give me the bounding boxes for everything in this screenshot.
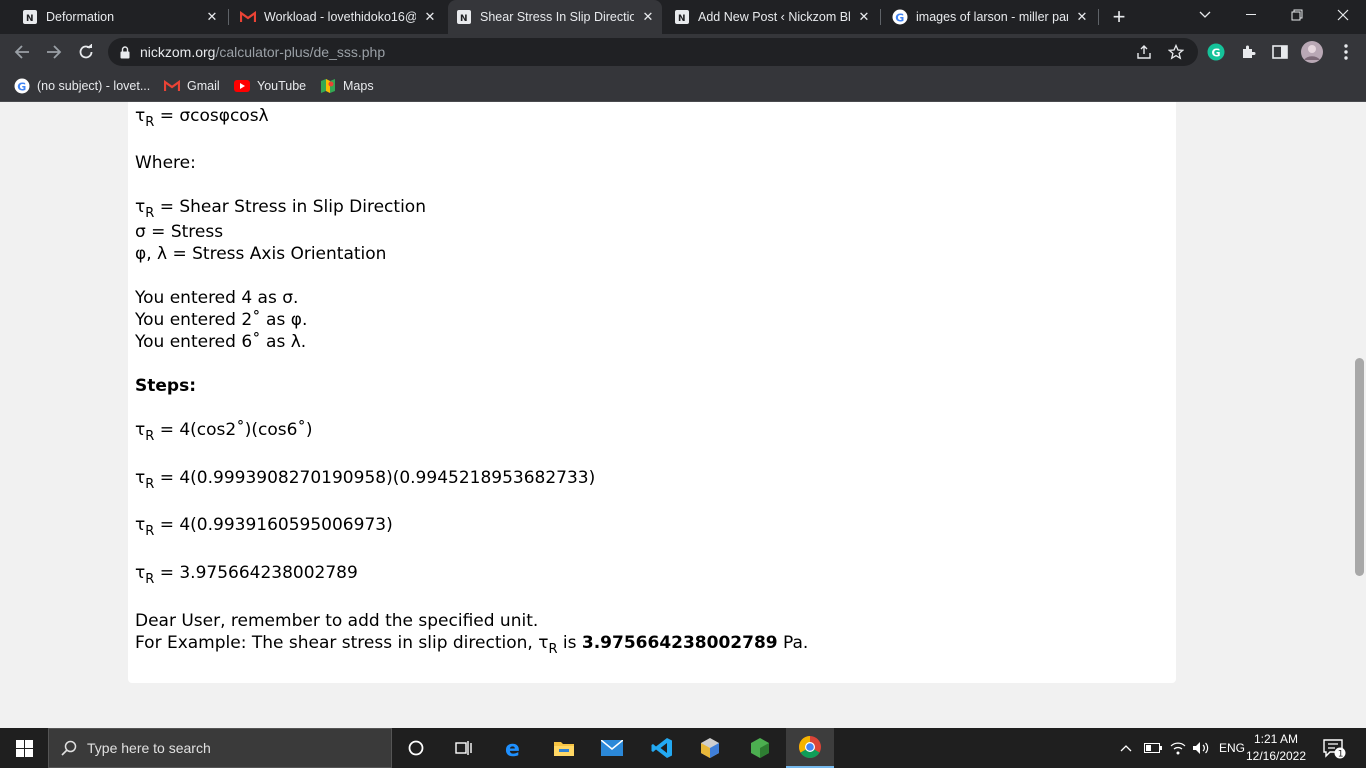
volume-icon[interactable] bbox=[1192, 728, 1210, 768]
bookmark-youtube[interactable]: YouTube bbox=[234, 75, 306, 97]
network-icon[interactable] bbox=[1170, 728, 1186, 768]
show-hidden-icons-chevron-icon[interactable] bbox=[1120, 728, 1132, 768]
notification-count: 1 bbox=[1338, 750, 1344, 760]
edge-icon[interactable]: e bbox=[490, 728, 538, 768]
address-bar[interactable]: nickzom.org/calculator-plus/de_sss.php bbox=[108, 38, 1198, 66]
result-value: 3.975664238002789 bbox=[581, 633, 778, 653]
bookmark-no-subject[interactable]: G (no subject) - lovet... bbox=[14, 75, 150, 97]
note-line-1: Dear User, remember to add the specified… bbox=[135, 611, 539, 631]
svg-text:N: N bbox=[460, 14, 468, 24]
gmail-favicon-icon bbox=[240, 9, 256, 25]
page-scrollbar[interactable] bbox=[1352, 102, 1366, 728]
file-explorer-icon[interactable] bbox=[540, 728, 588, 768]
battery-icon[interactable] bbox=[1144, 728, 1162, 768]
tab-add-new-post[interactable]: N Add New Post ‹ Nickzom Blo ✕ bbox=[666, 0, 878, 34]
where-label: Where: bbox=[135, 153, 196, 173]
close-window-button[interactable] bbox=[1320, 0, 1366, 30]
gmail-icon bbox=[164, 78, 180, 94]
angles-definition: φ, λ = Stress Axis Orientation bbox=[135, 244, 387, 264]
app-cube-icon[interactable] bbox=[686, 728, 734, 768]
close-tab-icon[interactable]: ✕ bbox=[856, 9, 872, 25]
share-icon[interactable] bbox=[1132, 40, 1156, 64]
formula-line: τR = σcosφcosλ bbox=[135, 106, 269, 130]
maps-icon bbox=[320, 78, 336, 94]
cortana-icon[interactable] bbox=[392, 728, 440, 768]
youtube-icon bbox=[234, 78, 250, 94]
step-2: τR = 4(0.9993908270190958)(0.99452189536… bbox=[135, 468, 596, 492]
chrome-menu-icon[interactable] bbox=[1334, 40, 1358, 64]
extensions-puzzle-icon[interactable] bbox=[1236, 40, 1260, 64]
svg-text:G: G bbox=[895, 12, 904, 25]
tab-deformation[interactable]: N Deformation ✕ bbox=[14, 0, 226, 34]
restore-button[interactable] bbox=[1274, 0, 1320, 30]
tab-search-chevron-icon[interactable] bbox=[1182, 0, 1228, 30]
nickzom-favicon-icon: N bbox=[22, 9, 38, 25]
tab-workload[interactable]: Workload - lovethidoko16@g ✕ bbox=[232, 0, 444, 34]
tau-definition: τR = Shear Stress in Slip Direction bbox=[135, 197, 426, 221]
tab-images-larson[interactable]: G images of larson - miller para ✕ bbox=[884, 0, 1096, 34]
forward-button[interactable] bbox=[40, 38, 68, 66]
result-card bbox=[128, 102, 1176, 683]
mail-icon[interactable] bbox=[588, 728, 636, 768]
new-tab-button[interactable]: + bbox=[1106, 0, 1132, 34]
windows-start-icon[interactable] bbox=[0, 728, 48, 768]
search-icon bbox=[61, 740, 77, 756]
tab-strip: N Deformation ✕ Workload - lovethidoko16… bbox=[0, 0, 1366, 34]
reload-button[interactable] bbox=[72, 38, 100, 66]
nickzom-favicon-icon: N bbox=[674, 9, 690, 25]
step-3: τR = 4(0.9939160595006973) bbox=[135, 515, 393, 539]
google-favicon-icon: G bbox=[892, 9, 908, 25]
bookmarks-bar: G (no subject) - lovet... Gmail YouTube … bbox=[0, 70, 1366, 102]
language-indicator[interactable]: ENG bbox=[1219, 728, 1245, 768]
sigma-definition: σ = Stress bbox=[135, 222, 224, 242]
steps-label: Steps: bbox=[135, 376, 196, 396]
profile-avatar[interactable] bbox=[1300, 40, 1324, 64]
svg-text:G: G bbox=[17, 81, 26, 94]
windows-taskbar: Type here to search e ENG 1:21 AM 12/16/… bbox=[0, 728, 1366, 768]
vscode-icon[interactable] bbox=[638, 728, 686, 768]
bookmark-star-icon[interactable] bbox=[1164, 40, 1188, 64]
notification-center-icon[interactable]: 1 bbox=[1322, 728, 1346, 768]
side-panel-icon[interactable] bbox=[1268, 40, 1292, 64]
google-icon: G bbox=[14, 78, 30, 94]
minimize-button[interactable] bbox=[1228, 0, 1274, 30]
entered-sigma: You entered 4 as σ. bbox=[135, 288, 299, 308]
grammarly-extension-icon[interactable]: G bbox=[1204, 40, 1228, 64]
url-text: nickzom.org/calculator-plus/de_sss.php bbox=[140, 44, 386, 60]
task-view-icon[interactable] bbox=[440, 728, 488, 768]
step-4: τR = 3.975664238002789 bbox=[135, 563, 358, 587]
close-tab-icon[interactable]: ✕ bbox=[640, 9, 656, 25]
scrollbar-thumb[interactable] bbox=[1355, 358, 1364, 576]
close-tab-icon[interactable]: ✕ bbox=[1074, 9, 1090, 25]
nickzom-favicon-icon: N bbox=[456, 9, 472, 25]
step-1: τR = 4(cos2˚)(cos6˚) bbox=[135, 420, 313, 444]
entered-lambda: You entered 6˚ as λ. bbox=[135, 332, 307, 352]
svg-text:N: N bbox=[678, 14, 686, 24]
svg-text:G: G bbox=[1212, 47, 1221, 60]
chrome-taskbar-icon[interactable] bbox=[786, 728, 834, 768]
svg-text:N: N bbox=[26, 14, 34, 24]
bookmark-maps[interactable]: Maps bbox=[320, 75, 374, 97]
bookmark-gmail[interactable]: Gmail bbox=[164, 75, 220, 97]
svg-text:e: e bbox=[505, 737, 520, 759]
note-line-2: For Example: The shear stress in slip di… bbox=[135, 633, 809, 657]
taskbar-clock[interactable]: 1:21 AM 12/16/2022 bbox=[1244, 731, 1308, 765]
entered-phi: You entered 2˚ as φ. bbox=[135, 310, 308, 330]
tab-shear-stress[interactable]: N Shear Stress In Slip Direction ✕ bbox=[448, 0, 662, 34]
app-green-cube-icon[interactable] bbox=[736, 728, 784, 768]
lock-icon[interactable] bbox=[120, 45, 130, 59]
back-button[interactable] bbox=[8, 38, 36, 66]
close-tab-icon[interactable]: ✕ bbox=[422, 9, 438, 25]
browser-toolbar: nickzom.org/calculator-plus/de_sss.php G bbox=[0, 34, 1366, 70]
close-tab-icon[interactable]: ✕ bbox=[204, 9, 220, 25]
taskbar-search-box[interactable]: Type here to search bbox=[48, 728, 392, 768]
page-viewport: τR = σcosφcosλ Where: τR = Shear Stress … bbox=[0, 102, 1352, 728]
